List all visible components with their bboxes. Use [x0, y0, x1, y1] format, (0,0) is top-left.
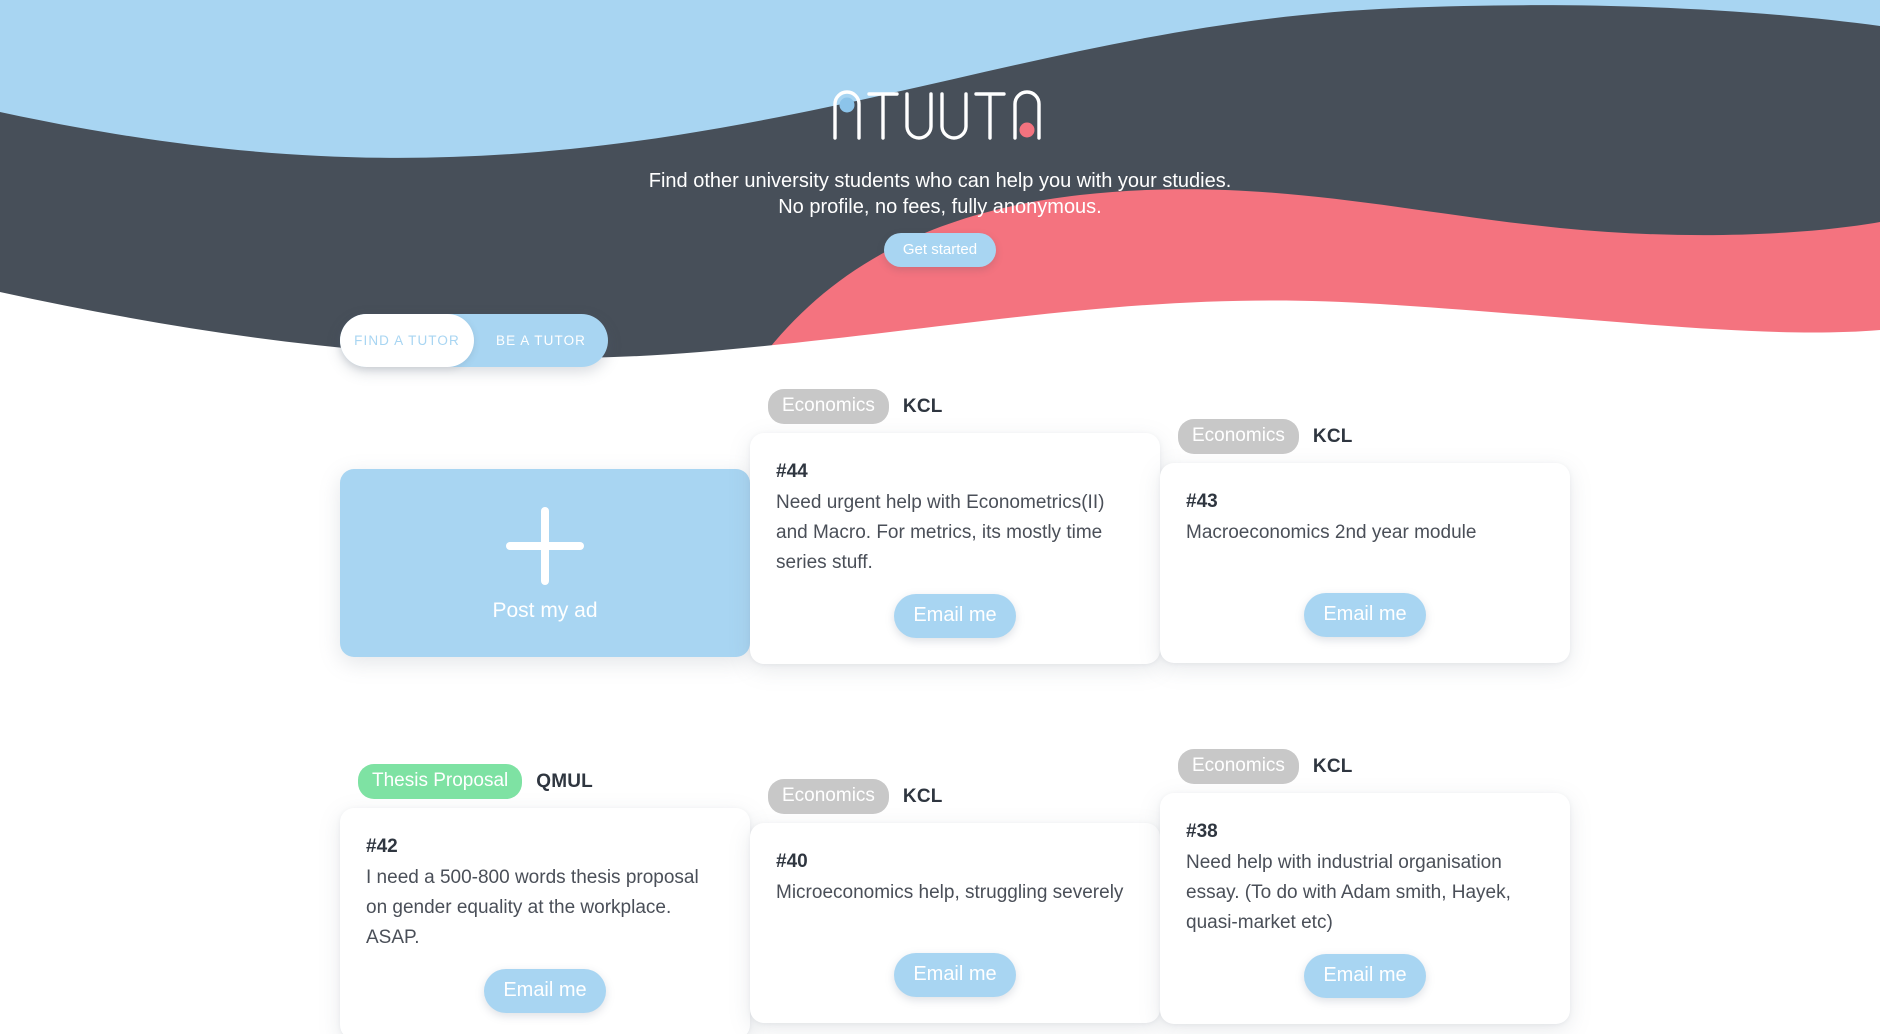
subject-tag-40: Economics	[768, 779, 889, 814]
ad-id-43: #43	[1186, 491, 1218, 512]
email-me-button-38[interactable]: Email me	[1304, 954, 1426, 998]
ad-id-44: #44	[776, 461, 808, 482]
university-label-42: QMUL	[536, 770, 593, 792]
post-ad-cell: Post my ad	[340, 469, 750, 657]
post-my-ad-label: Post my ad	[492, 599, 598, 622]
brand-logo-inner	[829, 86, 1051, 142]
subject-tag-43: Economics	[1178, 419, 1299, 454]
ad-id-42: #42	[366, 836, 398, 857]
card-header-43: Economics KCL	[1160, 419, 1570, 454]
email-me-button-44[interactable]: Email me	[894, 594, 1016, 638]
atuuta-logotype-icon	[833, 90, 1041, 140]
university-label-40: KCL	[902, 785, 943, 807]
university-label-43: KCL	[1312, 425, 1353, 447]
university-label-44: KCL	[902, 395, 943, 417]
ad-id-40: #40	[776, 851, 808, 872]
ad-card-grid: Post my ad Economics KCL #44 Need urgent…	[0, 380, 1880, 1034]
ad-cell-42: Thesis Proposal QMUL #42 I need a 500-80…	[340, 764, 750, 1034]
ad-cell-38: Economics KCL #38 Need help with industr…	[1160, 749, 1570, 1024]
email-action-wrap-43: Email me	[1186, 593, 1544, 637]
ad-cell-44: Economics KCL #44 Need urgent help with …	[750, 389, 1160, 664]
card-header-40: Economics KCL	[750, 779, 1160, 814]
ad-body-40: Microeconomics help, struggling severely	[776, 882, 1124, 903]
university-label-38: KCL	[1312, 755, 1353, 777]
ad-card-40[interactable]: #40 Microeconomics help, struggling seve…	[750, 823, 1160, 1023]
page-root: Find other university students who can h…	[0, 0, 1880, 1034]
ad-card-43[interactable]: #43 Macroeconomics 2nd year module Email…	[1160, 463, 1570, 663]
email-action-wrap-38: Email me	[1186, 954, 1544, 998]
ad-body-42: I need a 500-800 words thesis proposal o…	[366, 867, 699, 948]
plus-icon	[506, 507, 584, 585]
email-action-wrap-42: Email me	[366, 969, 724, 1013]
post-my-ad-card[interactable]: Post my ad	[340, 469, 750, 657]
email-action-wrap-44: Email me	[776, 594, 1134, 638]
ad-card-44[interactable]: #44 Need urgent help with Econometrics(I…	[750, 433, 1160, 664]
ad-card-38[interactable]: #38 Need help with industrial organisati…	[1160, 793, 1570, 1024]
ad-cell-40: Economics KCL #40 Microeconomics help, s…	[750, 779, 1160, 1023]
ad-id-38: #38	[1186, 821, 1218, 842]
ad-body-43: Macroeconomics 2nd year module	[1186, 522, 1477, 543]
tab-be-a-tutor[interactable]: BE A TUTOR	[474, 314, 608, 367]
tagline-line-2: No profile, no fees, fully anonymous.	[778, 196, 1102, 218]
subject-tag-44: Economics	[768, 389, 889, 424]
subject-tag-42: Thesis Proposal	[358, 764, 523, 799]
ad-cell-43: Economics KCL #43 Macroeconomics 2nd yea…	[1160, 419, 1570, 663]
subject-tag-38: Economics	[1178, 749, 1299, 784]
tagline-line-1: Find other university students who can h…	[648, 170, 1232, 192]
get-started-container: Get started	[0, 233, 1880, 267]
email-me-button-43[interactable]: Email me	[1304, 593, 1426, 637]
email-me-button-42[interactable]: Email me	[484, 969, 606, 1013]
email-action-wrap-40: Email me	[776, 953, 1134, 997]
role-toggle[interactable]: FIND A TUTOR BE A TUTOR	[340, 314, 608, 367]
hero-tagline: Find other university students who can h…	[0, 168, 1880, 220]
ad-body-44: Need urgent help with Econometrics(II) a…	[776, 492, 1105, 573]
logo-dot-pink-icon	[1019, 122, 1035, 138]
hero-content: Find other university students who can h…	[0, 0, 1880, 360]
logo-dot-blue-icon	[839, 97, 855, 113]
ad-card-42[interactable]: #42 I need a 500-800 words thesis propos…	[340, 808, 750, 1034]
card-header-38: Economics KCL	[1160, 749, 1570, 784]
card-header-42: Thesis Proposal QMUL	[340, 764, 750, 799]
hero-banner: Find other university students who can h…	[0, 0, 1880, 360]
ad-body-38: Need help with industrial organisation e…	[1186, 852, 1511, 933]
card-header-44: Economics KCL	[750, 389, 1160, 424]
email-me-button-40[interactable]: Email me	[894, 953, 1016, 997]
get-started-button[interactable]: Get started	[883, 233, 997, 267]
brand-logo	[0, 86, 1880, 142]
tab-find-a-tutor[interactable]: FIND A TUTOR	[340, 314, 474, 367]
